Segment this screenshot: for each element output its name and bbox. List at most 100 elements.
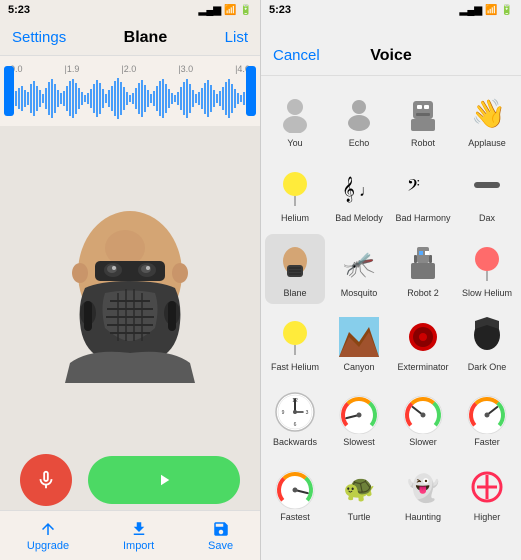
voice-item-slowest[interactable]: Slowest	[329, 383, 389, 454]
voice-label-bad-harmony: Bad Harmony	[395, 213, 450, 224]
voice-label-mosquito: Mosquito	[341, 288, 378, 299]
record-button[interactable]	[20, 454, 72, 506]
voice-icon-slower	[400, 389, 446, 435]
voice-item-slower[interactable]: Slower	[393, 383, 453, 454]
left-title: Blane	[124, 29, 168, 47]
voice-icon-fastest	[272, 464, 318, 510]
voice-item-helium[interactable]: Helium	[265, 159, 325, 230]
signal-icon: ▂▄▆	[199, 5, 221, 16]
voice-item-bad-harmony[interactable]: 𝄢 Bad Harmony	[393, 159, 453, 230]
record-controls	[0, 450, 260, 510]
voice-item-faster[interactable]: Faster	[457, 383, 517, 454]
voice-item-fast-helium[interactable]: Fast Helium	[265, 308, 325, 379]
voice-icon-fast-helium	[272, 314, 318, 360]
svg-text:6: 6	[294, 422, 297, 428]
import-button[interactable]: Import	[123, 520, 154, 552]
play-button[interactable]	[88, 456, 240, 504]
voice-icon-haunting: 👻	[400, 464, 446, 510]
settings-button[interactable]: Settings	[12, 29, 66, 46]
voice-label-blane: Blane	[283, 288, 306, 299]
right-battery-icon: 🔋	[501, 5, 513, 16]
voice-label-echo: Echo	[349, 138, 370, 149]
voice-label-haunting: Haunting	[405, 512, 441, 523]
avatar-area	[0, 126, 260, 450]
voice-item-exterminator[interactable]: Exterminator	[393, 308, 453, 379]
right-wifi-icon: 📶	[485, 5, 497, 16]
voice-icon-dark-one	[464, 314, 510, 360]
voice-item-mosquito[interactable]: 🦟 Mosquito	[329, 234, 389, 305]
voice-item-turtle[interactable]: 🐢 Turtle	[329, 458, 389, 529]
waveform-handle-right[interactable]	[246, 66, 256, 116]
voice-label-applause: Applause	[468, 138, 506, 149]
import-icon	[130, 520, 148, 538]
svg-text:🐢: 🐢	[343, 473, 375, 503]
save-button[interactable]: Save	[208, 520, 233, 552]
svg-text:9: 9	[282, 410, 285, 416]
right-status-icons: ▂▄▆ 📶 🔋	[460, 5, 513, 16]
voice-label-slow-helium: Slow Helium	[462, 288, 512, 299]
voice-icon-echo	[336, 90, 382, 136]
voice-label-you: You	[287, 138, 302, 149]
voice-label-exterminator: Exterminator	[397, 362, 448, 373]
voice-label-higher: Higher	[474, 512, 501, 523]
play-icon	[155, 471, 173, 489]
voice-icon-dax	[464, 165, 510, 211]
voice-item-robot-2[interactable]: Robot 2	[393, 234, 453, 305]
voice-item-dax[interactable]: Dax	[457, 159, 517, 230]
voice-label-fast-helium: Fast Helium	[271, 362, 319, 373]
right-status-bar: 5:23 ▂▄▆ 📶 🔋	[261, 0, 521, 20]
voice-label-slowest: Slowest	[343, 437, 375, 448]
svg-text:♩: ♩	[359, 183, 375, 200]
voice-item-robot[interactable]: Robot	[393, 84, 453, 155]
svg-text:𝄞: 𝄞	[342, 176, 355, 202]
voice-label-robot: Robot	[411, 138, 435, 149]
voice-icon-bad-melody: 𝄞♩	[336, 165, 382, 211]
voice-icon-faster	[464, 389, 510, 435]
voice-icon-backwards: 12 3 6 9	[272, 389, 318, 435]
voice-label-dax: Dax	[479, 213, 495, 224]
svg-text:👻: 👻	[407, 472, 439, 504]
voice-label-fastest: Fastest	[280, 512, 310, 523]
voice-icon-higher	[464, 464, 510, 510]
voice-label-dark-one: Dark One	[468, 362, 507, 373]
upgrade-icon	[39, 520, 57, 538]
voice-item-slow-helium[interactable]: Slow Helium	[457, 234, 517, 305]
voice-icon-robot-2	[400, 240, 446, 286]
voice-icon-applause: 👋	[464, 90, 510, 136]
right-signal-icon: ▂▄▆	[460, 5, 482, 16]
waveform-timeline: 0.0 |1.9 |2.0 |3.0 |4.0	[4, 64, 256, 74]
voice-item-fastest[interactable]: Fastest	[265, 458, 325, 529]
voice-item-backwards[interactable]: 12 3 6 9 Backwards	[265, 383, 325, 454]
svg-text:3: 3	[306, 410, 309, 416]
voice-item-canyon[interactable]: Canyon	[329, 308, 389, 379]
battery-icon: 🔋	[240, 5, 252, 16]
voice-icon-bad-harmony: 𝄢	[400, 165, 446, 211]
import-label: Import	[123, 540, 154, 552]
upgrade-label: Upgrade	[27, 540, 69, 552]
wifi-icon: 📶	[224, 5, 236, 16]
voice-icon-exterminator	[400, 314, 446, 360]
voice-item-haunting[interactable]: 👻 Haunting	[393, 458, 453, 529]
upgrade-button[interactable]: Upgrade	[27, 520, 69, 552]
voice-icon-you	[272, 90, 318, 136]
voice-icon-robot	[400, 90, 446, 136]
voice-item-bad-melody[interactable]: 𝄞♩Bad Melody	[329, 159, 389, 230]
voice-label-robot-2: Robot 2	[407, 288, 439, 299]
voice-item-applause[interactable]: 👋 Applause	[457, 84, 517, 155]
voice-icon-canyon	[336, 314, 382, 360]
voice-icon-blane	[272, 240, 318, 286]
voice-item-you[interactable]: You	[265, 84, 325, 155]
left-status-icons: ▂▄▆ 📶 🔋	[199, 5, 252, 16]
voice-item-dark-one[interactable]: Dark One	[457, 308, 517, 379]
voice-icon-turtle: 🐢	[336, 464, 382, 510]
voice-item-blane[interactable]: Blane	[265, 234, 325, 305]
voice-label-turtle: Turtle	[348, 512, 371, 523]
voice-icon-mosquito: 🦟	[336, 240, 382, 286]
list-button[interactable]: List	[225, 29, 248, 46]
left-bottom-bar: Upgrade Import Save	[0, 510, 260, 560]
voice-item-echo[interactable]: Echo	[329, 84, 389, 155]
cancel-button[interactable]: Cancel	[273, 47, 323, 64]
voice-item-higher[interactable]: Higher	[457, 458, 517, 529]
waveform-handle-left[interactable]	[4, 66, 14, 116]
voice-icon-slow-helium	[464, 240, 510, 286]
